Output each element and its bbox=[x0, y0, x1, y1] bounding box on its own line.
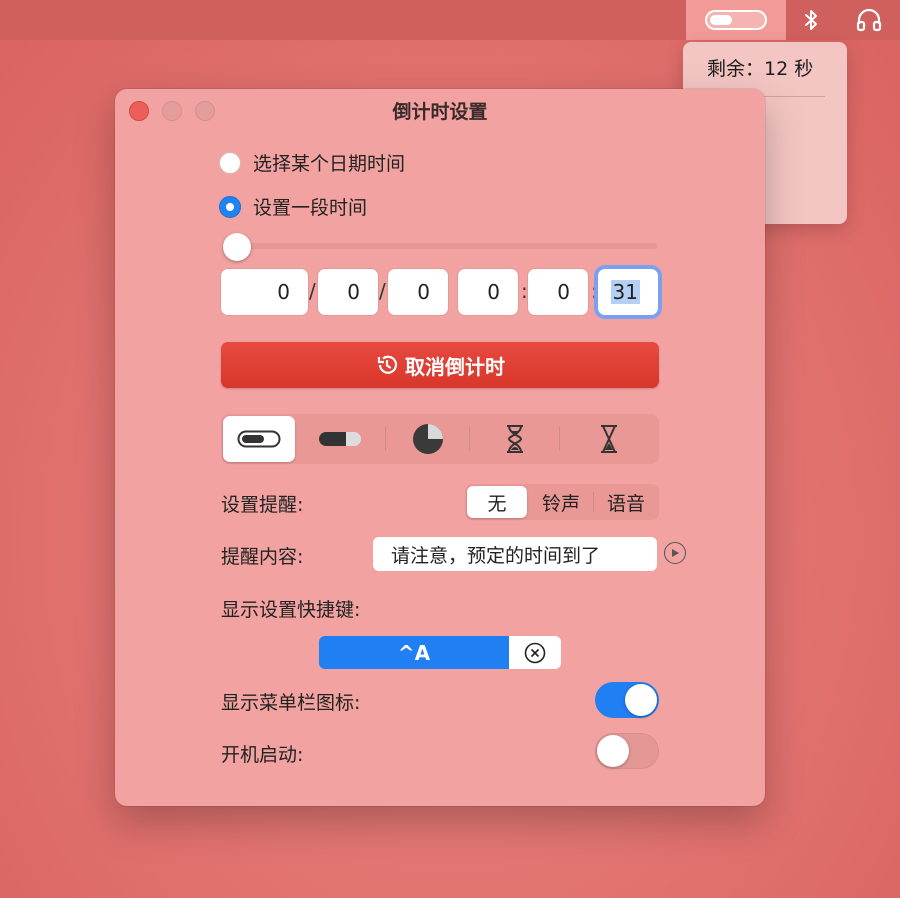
radio-duration[interactable]: 设置一段时间 bbox=[219, 193, 367, 220]
remind-option-sound[interactable]: 铃声 bbox=[529, 486, 593, 518]
segment-divider bbox=[469, 427, 470, 451]
radio-label: 选择某个日期时间 bbox=[253, 153, 406, 175]
style-option-hourglass-empty[interactable] bbox=[561, 416, 657, 462]
style-option-hourglass[interactable] bbox=[471, 416, 559, 462]
segment-divider bbox=[385, 427, 386, 451]
duration-slider-track[interactable] bbox=[223, 243, 657, 249]
pie-icon bbox=[413, 424, 443, 454]
hourglass-icon bbox=[507, 425, 523, 453]
settings-window: 倒计时设置 选择某个日期时间 设置一段时间 0 / 0 / 0 0 : 0 : … bbox=[115, 89, 765, 806]
remind-segmented-control: 无 铃声 语音 bbox=[465, 484, 659, 520]
radio-label: 设置一段时间 bbox=[253, 197, 368, 219]
hours-field[interactable]: 0 bbox=[458, 269, 518, 315]
duration-slider-knob[interactable] bbox=[223, 233, 251, 261]
clear-shortcut-button[interactable] bbox=[509, 636, 561, 669]
remaining-time-status: 剩余：12 秒 bbox=[707, 58, 814, 80]
history-icon bbox=[377, 355, 398, 374]
radio-button-selected[interactable] bbox=[219, 195, 241, 218]
cancel-countdown-button[interactable]: 取消倒计时 bbox=[221, 342, 659, 388]
days-field[interactable]: 0 bbox=[388, 269, 448, 315]
shortcut-recorder[interactable]: ^A bbox=[319, 636, 561, 669]
progress-bar-icon bbox=[705, 10, 767, 30]
seconds-field[interactable]: 31 bbox=[598, 269, 658, 315]
time-separator: : bbox=[591, 279, 598, 303]
shortcut-label: 显示设置快捷键: bbox=[221, 599, 361, 621]
bar-outline-icon bbox=[237, 430, 281, 448]
hourglass-empty-icon bbox=[601, 425, 617, 453]
headphones-icon[interactable] bbox=[850, 0, 888, 40]
months-field[interactable]: 0 bbox=[318, 269, 378, 315]
window-title: 倒计时设置 bbox=[392, 101, 488, 123]
display-style-segmented-control bbox=[221, 414, 659, 464]
remind-option-none[interactable]: 无 bbox=[467, 486, 527, 518]
minutes-field[interactable]: 0 bbox=[528, 269, 588, 315]
style-option-bar-outline[interactable] bbox=[223, 416, 295, 462]
content-label: 提醒内容: bbox=[221, 546, 304, 568]
menubar-icon-label: 显示菜单栏图标: bbox=[221, 692, 361, 714]
time-separator: : bbox=[521, 279, 528, 303]
style-option-pie[interactable] bbox=[387, 416, 469, 462]
years-field[interactable]: 0 bbox=[221, 269, 308, 315]
bluetooth-icon[interactable] bbox=[796, 0, 826, 40]
reminder-content-input[interactable]: 请注意，预定的时间到了 bbox=[373, 537, 657, 571]
remind-option-voice[interactable]: 语音 bbox=[594, 486, 658, 518]
play-icon[interactable] bbox=[664, 542, 686, 564]
menu-bar bbox=[0, 0, 900, 40]
clear-icon bbox=[524, 642, 546, 663]
menubar-icon-toggle[interactable] bbox=[595, 682, 659, 718]
radio-button[interactable] bbox=[219, 151, 241, 174]
bar-filled-icon bbox=[319, 432, 361, 446]
startup-label: 开机启动: bbox=[221, 744, 304, 766]
shortcut-value[interactable]: ^A bbox=[319, 636, 509, 669]
style-option-bar-filled[interactable] bbox=[297, 416, 383, 462]
radio-date-time[interactable]: 选择某个日期时间 bbox=[219, 149, 405, 176]
cancel-button-label: 取消倒计时 bbox=[405, 354, 505, 379]
startup-toggle[interactable] bbox=[595, 733, 659, 769]
date-separator: / bbox=[379, 279, 386, 303]
segment-divider bbox=[559, 427, 560, 451]
date-separator: / bbox=[309, 279, 316, 303]
menubar-timer-item[interactable] bbox=[686, 0, 786, 40]
remind-label: 设置提醒: bbox=[221, 494, 304, 516]
